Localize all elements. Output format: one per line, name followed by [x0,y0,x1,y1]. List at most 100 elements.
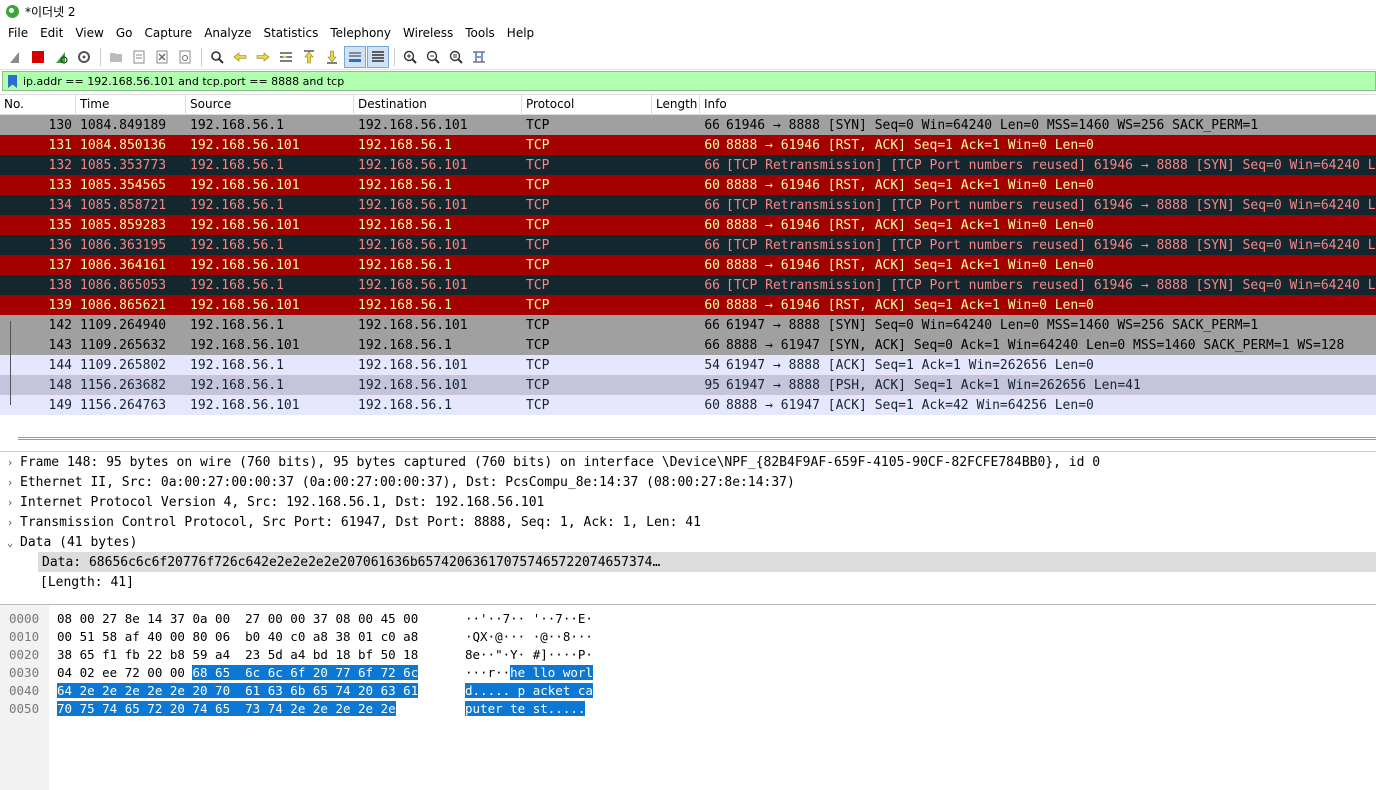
menu-help[interactable]: Help [501,26,540,40]
menu-edit[interactable]: Edit [34,26,69,40]
column-time[interactable]: Time [76,95,186,114]
autoscroll-button[interactable] [344,45,366,68]
packet-row[interactable]: 139 1086.865621 192.168.56.101 192.168.56.1… [0,295,1376,315]
packet-row[interactable]: 134 1085.858721 192.168.56.1 192.168.56.101… [0,195,1376,215]
stop-capture-button[interactable] [27,46,49,68]
last-packet-button[interactable] [321,46,343,68]
packet-row[interactable]: 136 1086.363195 192.168.56.1 192.168.56.101… [0,235,1376,255]
packet-time: 1086.363195 [80,237,167,253]
packet-info: 8888 → 61947 [SYN, ACK] Seq=0 Ack=1 Win=… [726,337,1345,353]
packet-row[interactable]: 135 1085.859283 192.168.56.101 192.168.56.1… [0,215,1376,235]
packet-row[interactable]: 137 1086.364161 192.168.56.101 192.168.56.1… [0,255,1376,275]
packet-row[interactable]: 143 1109.265632 192.168.56.101 192.168.56.1… [0,335,1376,355]
detail-data[interactable]: ⌄ Data (41 bytes) [0,532,1376,552]
menu-capture[interactable]: Capture [138,26,198,40]
bytes-ascii[interactable]: ···r·· he llo worl [465,663,593,681]
packet-row[interactable]: 131 1084.850136 192.168.56.101 192.168.56.1… [0,135,1376,155]
packet-row[interactable]: 138 1086.865053 192.168.56.1 192.168.56.101… [0,275,1376,295]
open-file-button[interactable] [105,46,127,68]
collapse-arrow-icon[interactable]: ⌄ [0,536,20,549]
expand-arrow-icon[interactable]: › [0,476,20,489]
zoom-out-button[interactable] [422,46,444,68]
column-info[interactable]: Info [700,95,1376,114]
column-destination[interactable]: Destination [354,95,522,114]
packet-row[interactable]: 144 1109.265802 192.168.56.1 192.168.56.101… [0,355,1376,375]
packet-protocol: TCP [526,357,550,373]
search-icon [211,50,224,64]
filter-bookmark-button[interactable] [5,73,19,89]
save-file-button[interactable] [128,46,150,68]
packet-row[interactable]: 133 1085.354565 192.168.56.101 192.168.56.1… [0,175,1376,195]
close-file-button[interactable] [151,46,173,68]
menu-file[interactable]: File [2,26,34,40]
go-back-button[interactable] [229,46,251,68]
packet-time: 1086.865053 [80,277,167,293]
bytes-hex[interactable]: 70 75 74 65 72 20 74 65 73 74 2e 2e 2e 2… [57,699,396,717]
packet-no: 134 [48,197,72,213]
menu-go[interactable]: Go [110,26,139,40]
packet-source: 192.168.56.101 [190,177,300,193]
resize-columns-button[interactable] [468,46,490,68]
packet-no: 131 [48,137,72,153]
bytes-hex[interactable]: 08 00 27 8e 14 37 0a 00 27 00 00 37 08 0… [57,609,418,627]
restart-capture-button[interactable] [50,46,72,68]
packet-time: 1085.859283 [80,217,167,233]
display-filter-input[interactable] [23,74,1323,88]
packet-info: 8888 → 61946 [RST, ACK] Seq=1 Ack=1 Win=… [726,297,1094,313]
detail-data-length[interactable]: [Length: 41] [0,572,1376,592]
menu-tools[interactable]: Tools [459,26,501,40]
first-packet-button[interactable] [298,46,320,68]
bytes-hex[interactable]: 38 65 f1 fb 22 b8 59 a4 23 5d a4 bd 18 b… [57,645,418,663]
zoom-reset-icon [449,50,463,64]
packet-row[interactable]: 148 1156.263682 192.168.56.1 192.168.56.101… [0,375,1376,395]
menu-telephony[interactable]: Telephony [324,26,397,40]
reload-file-button[interactable] [174,46,196,68]
column-source[interactable]: Source [186,95,354,114]
packet-source: 192.168.56.101 [190,297,300,313]
folder-icon [110,52,122,62]
detail-frame[interactable]: › Frame 148: 95 bytes on wire (760 bits)… [0,452,1376,472]
capture-options-button[interactable] [73,46,95,68]
bytes-hex[interactable]: 64 2e 2e 2e 2e 2e 20 70 61 63 6b 65 74 2… [57,681,419,699]
packet-info: 8888 → 61946 [RST, ACK] Seq=1 Ack=1 Win=… [726,217,1094,233]
zoom-in-button[interactable] [399,46,421,68]
detail-data-payload[interactable]: Data: 68656c6c6f20776f726c642e2e2e2e2e20… [38,552,1376,572]
packet-length: 66 [704,117,720,133]
bytes-ascii[interactable]: ··'··7·· '··7··E· [465,609,593,627]
column-protocol[interactable]: Protocol [522,95,652,114]
bytes-ascii[interactable]: d..... p acket ca [465,681,593,699]
detail-text: Frame 148: 95 bytes on wire (760 bits), … [20,454,1101,470]
bytes-ascii[interactable]: 8e··"·Y· #]····P· [465,645,593,663]
find-packet-button[interactable] [206,46,228,68]
packet-row[interactable]: 142 1109.264940 192.168.56.1 192.168.56.101… [0,315,1376,335]
menu-analyze[interactable]: Analyze [198,26,257,40]
menu-view[interactable]: View [69,26,109,40]
menu-wireless[interactable]: Wireless [397,26,459,40]
expand-arrow-icon[interactable]: › [0,516,20,529]
detail-ethernet[interactable]: › Ethernet II, Src: 0a:00:27:00:00:37 (0… [0,472,1376,492]
bytes-ascii[interactable]: ·QX·@··· ·@··8··· [465,627,593,645]
packet-length: 54 [704,357,720,373]
packet-list-scrollbar[interactable] [18,437,1376,440]
column-no[interactable]: No. [0,95,76,114]
packet-row[interactable]: 149 1156.264763 192.168.56.101 192.168.56.1… [0,395,1376,415]
normal-size-button[interactable] [445,46,467,68]
detail-ipv4[interactable]: › Internet Protocol Version 4, Src: 192.… [0,492,1376,512]
detail-tcp[interactable]: › Transmission Control Protocol, Src Por… [0,512,1376,532]
column-length[interactable]: Length [652,95,700,114]
arrow-left-icon [233,51,247,62]
menu-statistics[interactable]: Statistics [257,26,324,40]
start-capture-button[interactable] [4,46,26,68]
packet-row[interactable]: 130 1084.849189 192.168.56.1 192.168.56.101… [0,115,1376,135]
go-to-packet-button[interactable] [275,46,297,68]
expand-arrow-icon[interactable]: › [0,496,20,509]
bytes-ascii[interactable]: puter te st..... [465,699,586,717]
bytes-hex[interactable]: 00 51 58 af 40 00 80 06 b0 40 c0 a8 38 0… [57,627,418,645]
bytes-hex[interactable]: 04 02 ee 72 00 00 68 65 6c 6c 6f 20 77 6… [57,663,419,681]
packet-row[interactable]: 132 1085.353773 192.168.56.1 192.168.56.101… [0,155,1376,175]
expand-arrow-icon[interactable]: › [0,456,20,469]
go-forward-button[interactable] [252,46,274,68]
packet-protocol: TCP [526,277,550,293]
colorize-button[interactable] [367,45,389,68]
packet-source: 192.168.56.1 [190,277,284,293]
